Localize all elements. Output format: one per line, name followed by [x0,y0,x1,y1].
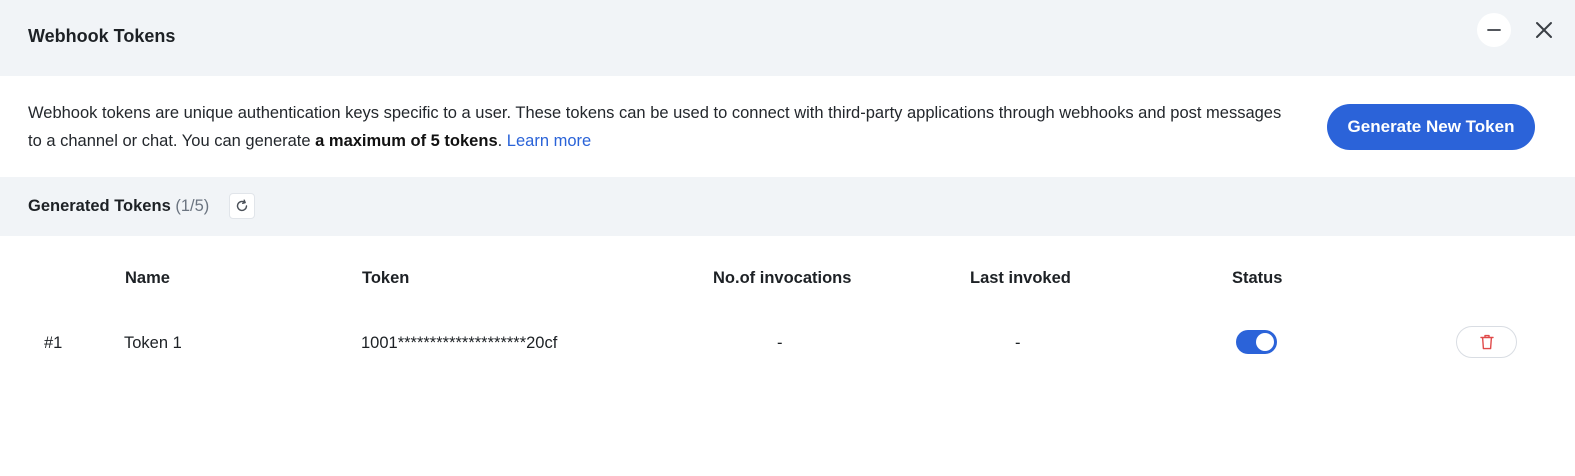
delete-token-button[interactable] [1456,326,1517,358]
dialog-title: Webhook Tokens [28,26,176,46]
intro-text-end: . [497,132,507,150]
column-header-status: Status [1232,269,1283,287]
minimize-button[interactable] [1477,13,1511,47]
generated-tokens-bar: Generated Tokens (1/5) [0,177,1575,236]
column-header-token: Token [362,269,410,287]
refresh-button[interactable] [229,193,255,219]
status-toggle[interactable] [1236,330,1277,354]
column-header-last-invoked: Last invoked [970,269,1071,287]
last-invoked-value: - [1015,334,1021,352]
generate-new-token-button[interactable]: Generate New Token [1327,104,1535,150]
intro-limit-text: a maximum of 5 tokens [315,132,498,150]
token-value: 1001********************20cf [361,334,558,352]
refresh-icon [236,199,248,212]
generated-tokens-label: Generated Tokens [28,197,171,215]
generated-tokens-heading: Generated Tokens (1/5) [28,197,209,216]
dialog-header: Webhook Tokens [0,0,1575,76]
token-name: Token 1 [124,334,182,352]
generated-tokens-count: (1/5) [175,197,210,215]
trash-icon [1479,334,1494,350]
minus-icon [1487,29,1501,31]
close-button[interactable] [1527,13,1561,47]
learn-more-link[interactable]: Learn more [507,132,591,150]
intro-description: Webhook tokens are unique authentication… [28,99,1298,155]
intro-text: Webhook tokens are unique authentication… [28,104,1282,150]
row-index: #1 [44,334,63,352]
invocations-value: - [777,334,783,352]
toggle-knob [1256,333,1274,351]
column-header-name: Name [125,269,170,287]
column-header-invocations: No.of invocations [713,269,852,287]
close-icon [1536,22,1552,38]
